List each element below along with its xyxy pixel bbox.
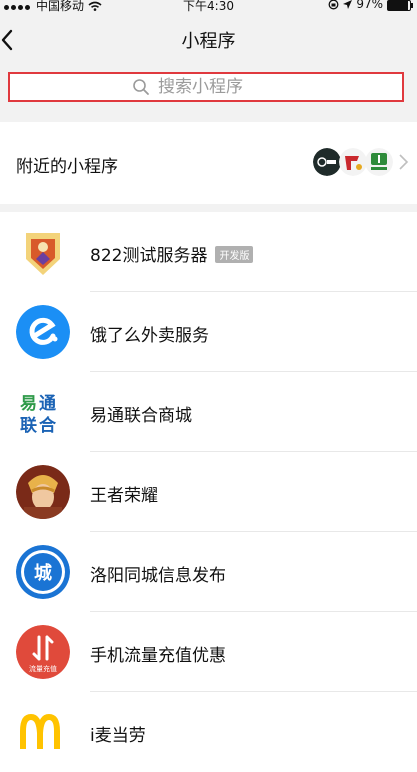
dev-version-badge: 开发版 (215, 245, 254, 263)
section-gap (0, 204, 417, 212)
item-name: 易通联合商城 (90, 406, 192, 426)
topup-icon-label: 流量充值 (29, 664, 57, 673)
search-box[interactable] (8, 72, 404, 102)
item-name: 822测试服务器 (90, 246, 208, 266)
yitong-logo-icon: 易 通 联 合 (16, 385, 70, 439)
city-icon-char: 城 (34, 562, 52, 584)
item-name: 手机流量充值优惠 (90, 646, 226, 666)
nearby-label: 附近的小程序 (16, 157, 118, 177)
page-title: 小程序 (181, 31, 236, 52)
nearby-mini-programs-row[interactable]: 附近的小程序 (0, 122, 417, 204)
list-item[interactable]: i麦当劳 (0, 692, 417, 772)
orientation-lock-icon (328, 0, 339, 9)
list-item[interactable]: 饿了么外卖服务 (0, 292, 417, 372)
list-item[interactable]: 易 通 联 合 易通联合商城 (0, 372, 417, 452)
status-bar: 中国移动 下午4:30 97% (0, 0, 417, 13)
nearby-logo-green-icon (365, 148, 393, 176)
list-item[interactable]: 城 洛阳同城信息发布 (0, 532, 417, 612)
search-input[interactable] (156, 76, 280, 98)
nearby-logo-dark-icon (313, 148, 341, 176)
svg-text:合: 合 (39, 415, 57, 436)
nearby-logo-red-icon (339, 148, 367, 176)
svg-text:易: 易 (20, 394, 37, 414)
game-hero-avatar-icon (16, 465, 70, 519)
eleme-logo-icon (16, 305, 70, 359)
svg-text:通: 通 (39, 394, 56, 414)
list-item[interactable]: 822测试服务器 开发版 (0, 212, 417, 292)
battery-percent: 97% (356, 0, 383, 11)
mini-program-list: 822测试服务器 开发版 饿了么外卖服务 易 通 联 合 易通联合商城 王者荣耀… (0, 212, 417, 772)
battery-icon (387, 0, 413, 11)
city-badge-icon: 城 (16, 545, 70, 599)
nav-bar: 小程序 (0, 12, 417, 66)
list-item[interactable]: 流量充值 手机流量充值优惠 (0, 612, 417, 692)
item-name: i麦当劳 (90, 726, 146, 746)
fantasy-hero-icon (16, 225, 70, 279)
item-name: 洛阳同城信息发布 (90, 566, 226, 586)
nearby-logos (313, 148, 409, 176)
list-item[interactable]: 王者荣耀 (0, 452, 417, 532)
item-name: 饿了么外卖服务 (90, 326, 209, 346)
data-topup-icon: 流量充值 (16, 625, 70, 679)
item-name: 王者荣耀 (90, 486, 158, 506)
location-arrow-icon (343, 0, 353, 9)
svg-text:联: 联 (20, 416, 37, 436)
search-area (0, 66, 417, 122)
mcdonalds-logo-icon (16, 705, 70, 759)
chevron-right-icon (399, 154, 409, 170)
search-icon (133, 79, 149, 95)
